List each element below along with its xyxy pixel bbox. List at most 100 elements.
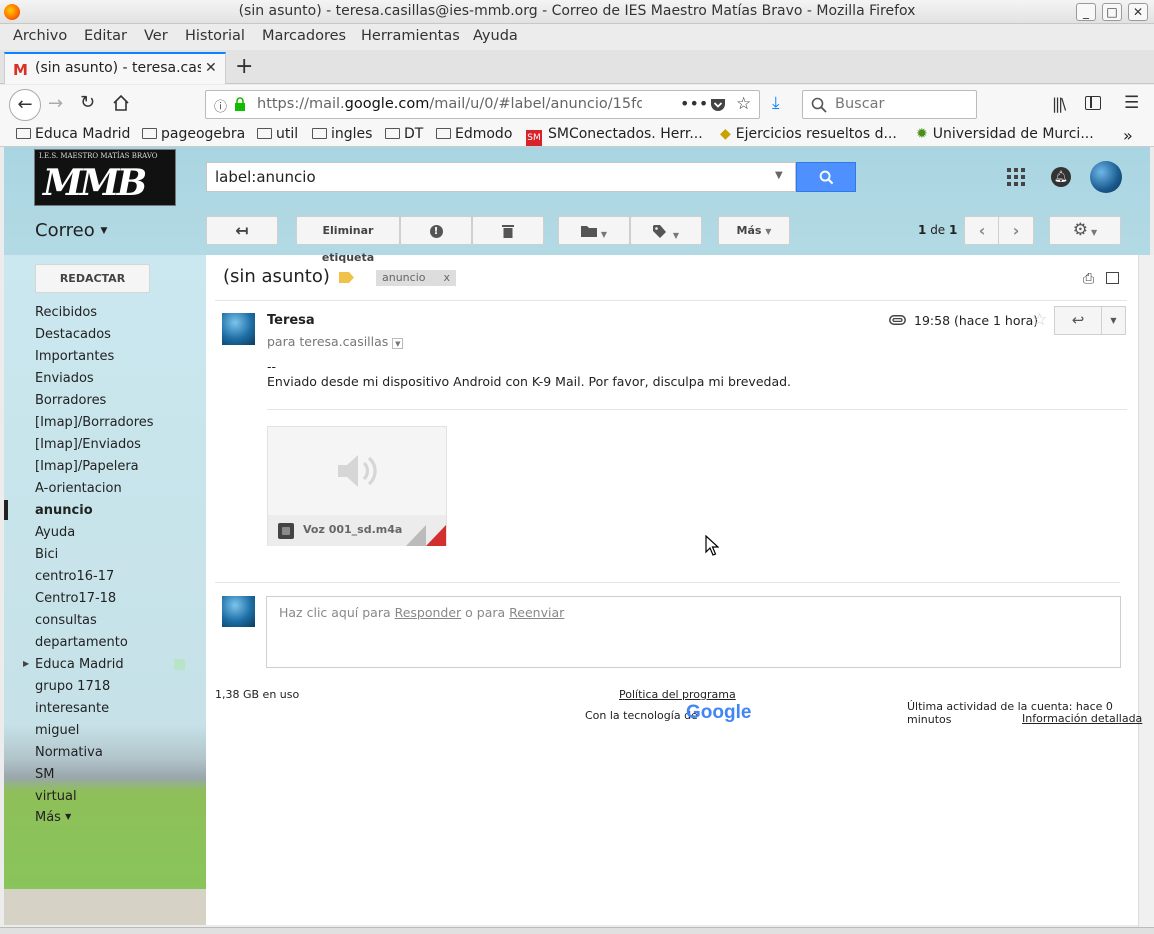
account-avatar[interactable] <box>1090 161 1122 193</box>
menu-archivo[interactable]: Archivo <box>13 28 67 44</box>
label-destacados[interactable]: Destacados <box>35 327 111 342</box>
bookmark-edmodo[interactable]: Edmodo <box>436 126 512 142</box>
bookmark-star-icon[interactable]: ☆ <box>736 94 751 114</box>
label-bici[interactable]: Bici <box>35 547 58 562</box>
label-imap-papelera[interactable]: [Imap]/Papelera <box>35 459 139 474</box>
expand-triangle-icon[interactable]: ▶ <box>23 659 29 668</box>
label-sm[interactable]: SM <box>35 767 54 782</box>
url-bar[interactable]: ⓘ https://mail.google.com/mail/u/0/#labe… <box>205 90 760 119</box>
school-logo[interactable]: I.E.S. MAESTRO MATÍAS BRAVO MMB <box>34 149 176 206</box>
quick-reply-box[interactable]: Haz clic aquí para Responder o para Reen… <box>266 596 1121 668</box>
correo-dropdown[interactable]: Correo ▼ <box>35 220 107 241</box>
label-normativa[interactable]: Normativa <box>35 745 103 760</box>
labels-button[interactable]: ▼ <box>630 216 702 245</box>
search-box[interactable]: Buscar <box>802 90 977 119</box>
sender-avatar[interactable] <box>222 313 255 345</box>
label-ayuda[interactable]: Ayuda <box>35 525 75 540</box>
move-to-button[interactable]: ▼ <box>558 216 630 245</box>
menu-editar[interactable]: Editar <box>84 28 127 44</box>
tab-active[interactable]: M (sin asunto) - teresa.casi ✕ <box>4 52 226 84</box>
more-message-actions-button[interactable]: ▼ <box>1101 306 1126 335</box>
scrollbar[interactable] <box>1138 255 1154 927</box>
importance-marker-icon[interactable] <box>339 272 354 283</box>
gmail-search-input[interactable]: label:anuncio ▼ <box>206 162 796 192</box>
label-a-orientacion[interactable]: A-orientacion <box>35 481 122 496</box>
home-button[interactable] <box>112 94 130 116</box>
reload-button[interactable]: ↻ <box>80 92 95 113</box>
label-miguel[interactable]: miguel <box>35 723 79 738</box>
label-grupo-1718[interactable]: grupo 1718 <box>35 679 110 694</box>
remove-label-button[interactable]: Eliminar etiqueta <box>296 216 400 264</box>
new-tab-button[interactable]: + <box>235 54 253 79</box>
details-link[interactable]: Información detallada <box>1022 712 1142 725</box>
program-policy-link[interactable]: Política del programa <box>619 688 736 701</box>
search-options-icon[interactable]: ▼ <box>775 170 783 181</box>
remove-label-chip-button[interactable]: x <box>444 271 451 284</box>
compose-button[interactable]: REDACTAR <box>35 264 150 293</box>
label-centro17-18[interactable]: Centro17-18 <box>35 591 116 606</box>
forward-button[interactable]: → <box>48 93 63 114</box>
back-button[interactable]: ← <box>9 89 41 121</box>
reply-button[interactable]: ↩ <box>1054 306 1102 335</box>
tab-close-button[interactable]: ✕ <box>205 60 217 76</box>
newer-button[interactable]: ‹ <box>964 216 1000 245</box>
label-centro16-17[interactable]: centro16-17 <box>35 569 114 584</box>
downloads-icon[interactable]: ⤓ <box>772 93 780 113</box>
print-icon[interactable]: ⎙ <box>1083 271 1094 287</box>
label-imap-enviados[interactable]: [Imap]/Enviados <box>35 437 141 452</box>
bookmark-pageogebra[interactable]: pageogebra <box>142 126 245 142</box>
label-anuncio[interactable]: anuncio <box>35 503 93 518</box>
label-educa-madrid[interactable]: Educa Madrid <box>35 657 124 672</box>
delete-button[interactable] <box>472 216 544 245</box>
bookmark-dt[interactable]: DT <box>385 126 423 142</box>
bookmark-ingles[interactable]: ingles <box>312 126 372 142</box>
forward-link[interactable]: Reenviar <box>509 605 564 620</box>
back-to-list-button[interactable]: ↤ <box>206 216 278 245</box>
older-button[interactable]: › <box>998 216 1034 245</box>
star-icon[interactable]: ☆ <box>1032 310 1047 330</box>
maximize-button[interactable]: □ <box>1102 3 1122 21</box>
menu-historial[interactable]: Historial <box>185 28 245 44</box>
menu-herramientas[interactable]: Herramientas <box>361 28 460 44</box>
show-details-icon[interactable]: ▼ <box>392 338 404 349</box>
minimize-button[interactable]: _ <box>1076 3 1096 21</box>
label-imap-borradores[interactable]: [Imap]/Borradores <box>35 415 154 430</box>
report-spam-button[interactable]: ! <box>400 216 472 245</box>
menu-ver[interactable]: Ver <box>144 28 168 44</box>
settings-button[interactable]: ⚙ ▼ <box>1049 216 1121 245</box>
label-departamento[interactable]: departamento <box>35 635 128 650</box>
label-recibidos[interactable]: Recibidos <box>35 305 97 320</box>
label-virtual[interactable]: virtual <box>35 789 77 804</box>
info-icon[interactable]: ⓘ <box>214 96 227 115</box>
sidebar-toggle-icon[interactable] <box>1085 96 1101 110</box>
apps-grid-icon[interactable] <box>1006 167 1026 187</box>
sender-name[interactable]: Teresa <box>267 313 315 328</box>
notifications-bell-icon[interactable]: 🔔︎ <box>1051 167 1071 187</box>
label-enviados[interactable]: Enviados <box>35 371 94 386</box>
menu-ayuda[interactable]: Ayuda <box>473 28 518 44</box>
label-consultas[interactable]: consultas <box>35 613 97 628</box>
label-more[interactable]: Más ▼ <box>35 810 71 825</box>
attachment-card[interactable]: Voz 001_sd.m4a <box>267 426 447 546</box>
chevron-down-icon: ▼ <box>65 812 72 821</box>
page-actions-icon[interactable]: ••• <box>680 94 708 113</box>
bookmark-ejercicios[interactable]: ◆ Ejercicios resueltos d... <box>720 126 897 142</box>
menu-marcadores[interactable]: Marcadores <box>262 28 346 44</box>
label-borradores[interactable]: Borradores <box>35 393 106 408</box>
label-interesante[interactable]: interesante <box>35 701 109 716</box>
pocket-icon[interactable] <box>710 97 726 113</box>
close-window-button[interactable]: ✕ <box>1128 3 1148 21</box>
gmail-search-button[interactable] <box>796 162 856 192</box>
open-new-window-icon[interactable] <box>1106 272 1119 284</box>
bookmarks-overflow-icon[interactable]: » <box>1123 126 1133 145</box>
hamburger-menu-icon[interactable]: ☰ <box>1124 93 1139 113</box>
bookmark-smconectados[interactable]: SM SMConectados. Herr... <box>526 126 703 146</box>
bookmark-util[interactable]: util <box>257 126 298 142</box>
forward-arrow-icon: → <box>48 93 64 114</box>
library-icon[interactable]: |||\ <box>1052 95 1066 113</box>
label-importantes[interactable]: Importantes <box>35 349 114 364</box>
bookmark-educa-madrid[interactable]: Educa Madrid <box>16 126 130 142</box>
more-actions-button[interactable]: Más ▼ <box>718 216 790 245</box>
reply-link[interactable]: Responder <box>395 605 462 620</box>
bookmark-universidad-murcia[interactable]: ✹ Universidad de Murci... <box>916 126 1094 142</box>
